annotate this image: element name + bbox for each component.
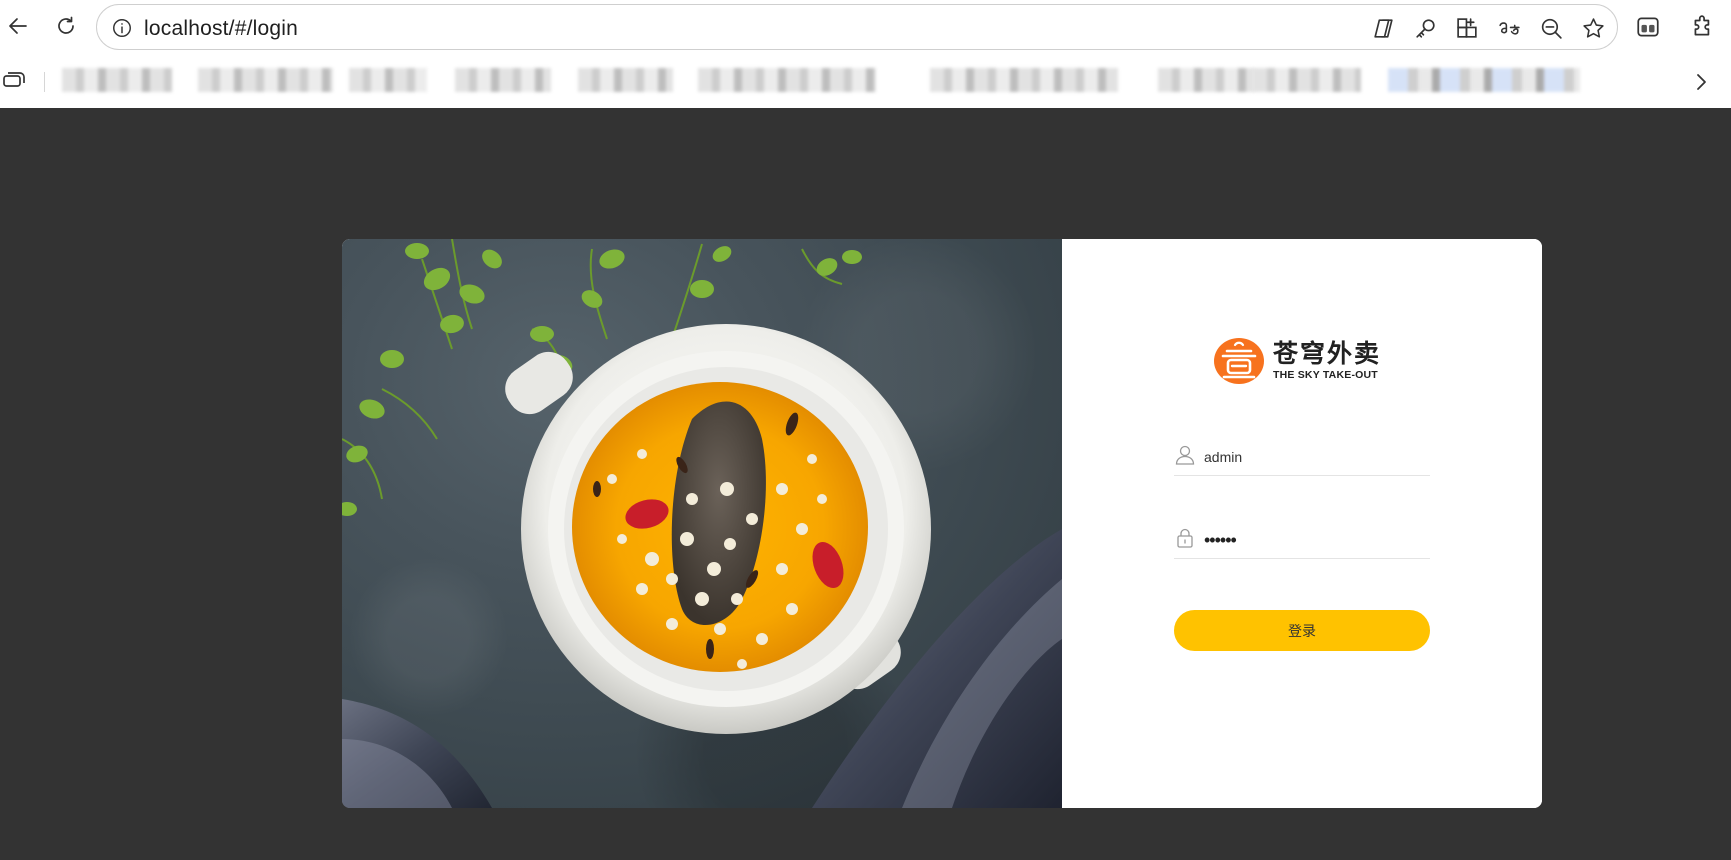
zoom-out-icon[interactable]: [1538, 15, 1565, 42]
bookmark-item[interactable]: [62, 68, 172, 92]
bookmarks-bar: [0, 62, 1731, 102]
url-text[interactable]: localhost/#/login: [144, 17, 298, 41]
translate-icon[interactable]: [1496, 15, 1523, 42]
password-field: [1174, 523, 1430, 559]
bookmark-item[interactable]: [349, 68, 427, 92]
favorite-star-icon[interactable]: [1580, 15, 1607, 42]
collections-icon[interactable]: [2, 70, 26, 92]
login-form-panel: 苍穹外卖 THE SKY TAKE-OUT 登录: [1062, 239, 1542, 808]
logo-emblem-icon: [1214, 338, 1264, 384]
split-screen-icon[interactable]: [1633, 12, 1663, 42]
bookmark-item[interactable]: [198, 68, 333, 92]
apps-icon[interactable]: [1454, 15, 1481, 42]
address-bar[interactable]: localhost/#/login: [96, 4, 1618, 50]
password-input[interactable]: [1204, 523, 1428, 557]
chevron-right-icon[interactable]: [1689, 70, 1713, 94]
username-input[interactable]: [1204, 440, 1428, 474]
user-icon: [1174, 444, 1196, 466]
extensions-puzzle-icon[interactable]: [1688, 12, 1718, 42]
logo: 苍穹外卖 THE SKY TAKE-OUT: [1213, 337, 1381, 385]
bookmarks-divider: [44, 72, 45, 92]
back-icon[interactable]: [0, 8, 36, 44]
bookmark-item[interactable]: [578, 68, 673, 92]
bookmark-item[interactable]: [1253, 68, 1361, 92]
browser-chrome: localhost/#/login: [0, 0, 1731, 108]
bookmark-item[interactable]: [1158, 68, 1254, 92]
bookmark-item[interactable]: [930, 68, 1118, 92]
bookmark-item[interactable]: [698, 68, 876, 92]
bookmark-item[interactable]: [1388, 68, 1580, 92]
copilot-icon[interactable]: [1370, 15, 1397, 42]
username-field: [1174, 440, 1430, 476]
login-card: 苍穹外卖 THE SKY TAKE-OUT 登录: [342, 239, 1542, 808]
food-image: [342, 239, 1062, 808]
lock-icon: [1174, 527, 1196, 549]
reload-icon[interactable]: [48, 8, 84, 44]
info-icon[interactable]: [111, 17, 133, 39]
logo-title-en: THE SKY TAKE-OUT: [1273, 369, 1378, 381]
login-button[interactable]: 登录: [1174, 610, 1430, 651]
key-icon[interactable]: [1412, 15, 1439, 42]
bookmark-item[interactable]: [455, 68, 551, 92]
logo-title-cn: 苍穹外卖: [1273, 339, 1382, 368]
